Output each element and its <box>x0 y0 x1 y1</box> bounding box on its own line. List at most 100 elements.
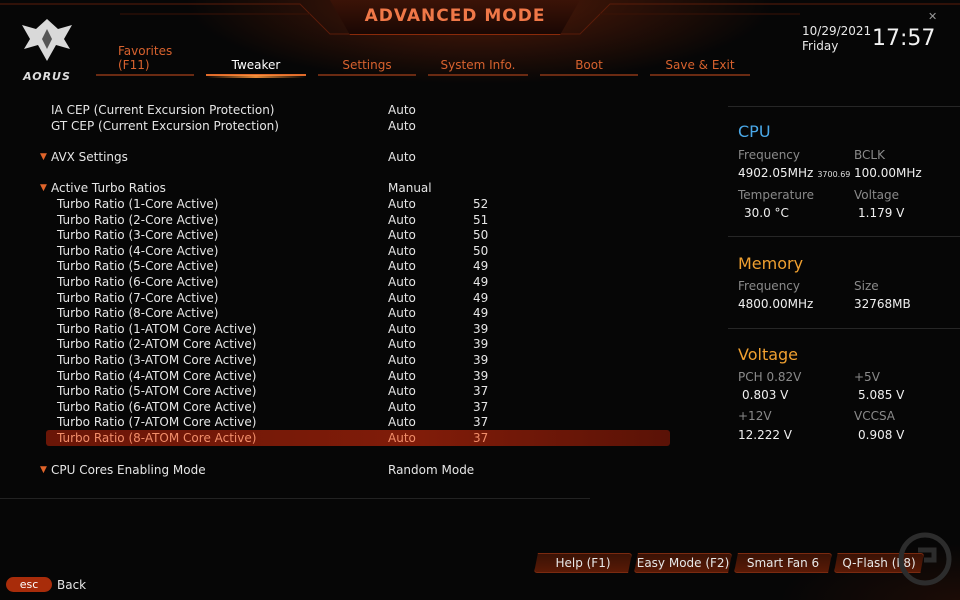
setting-label: Turbo Ratio (6-ATOM Core Active) <box>57 399 257 414</box>
setting-ratio: 49 <box>473 290 489 305</box>
expand-triangle-icon: ▼ <box>40 465 47 475</box>
setting-gt-cep[interactable]: GT CEP (Current Excursion Protection) Au… <box>46 118 670 134</box>
setting-label: Turbo Ratio (8-ATOM Core Active) <box>57 431 257 445</box>
setting-turbo-ratio-atom[interactable]: Turbo Ratio (2-ATOM Core Active) Auto 39 <box>46 336 670 352</box>
setting-value: Auto <box>388 103 416 117</box>
setting-ratio: 37 <box>473 399 489 414</box>
setting-ratio: 49 <box>473 306 489 321</box>
setting-ratio: 39 <box>473 368 489 383</box>
v12-value: 12.222 V <box>738 428 793 442</box>
expand-triangle-icon: ▼ <box>40 183 47 193</box>
cpu-frequency-number: 4902.05MHz <box>738 166 814 180</box>
setting-ratio: 39 <box>473 337 489 352</box>
setting-avx[interactable]: ▼ AVX Settings Auto <box>40 149 670 165</box>
cpu-frequency-label: Frequency <box>738 148 800 162</box>
setting-label: Turbo Ratio (3-Core Active) <box>57 228 219 243</box>
setting-value: Auto <box>388 119 416 133</box>
setting-turbo-ratio-atom[interactable]: Turbo Ratio (7-ATOM Core Active) Auto 37 <box>46 414 670 430</box>
setting-ratio: 49 <box>473 259 489 274</box>
setting-cpu-cores-enabling-mode[interactable]: ▼ CPU Cores Enabling Mode Random Mode <box>40 462 670 478</box>
setting-turbo-ratio-atom[interactable]: Turbo Ratio (6-ATOM Core Active) Auto 37 <box>46 399 670 415</box>
panel-divider <box>728 236 960 237</box>
v12-label: +12V <box>738 409 772 423</box>
memory-frequency-value: 4800.00MHz <box>738 297 814 311</box>
memory-size-label: Size <box>854 279 879 293</box>
setting-turbo-ratio-atom-selected[interactable]: Turbo Ratio (8-ATOM Core Active) Auto 37 <box>46 430 670 446</box>
expand-triangle-icon: ▼ <box>40 152 47 162</box>
setting-turbo-ratio-atom[interactable]: Turbo Ratio (3-ATOM Core Active) Auto 39 <box>46 352 670 368</box>
setting-ia-cep[interactable]: IA CEP (Current Excursion Protection) Au… <box>46 102 670 118</box>
setting-value: Auto <box>388 290 416 305</box>
setting-label: Turbo Ratio (2-ATOM Core Active) <box>57 337 257 352</box>
setting-ratio: 49 <box>473 275 489 289</box>
memory-panel: Memory Frequency 4800.00MHz Size 32768MB <box>728 252 960 328</box>
setting-value: Auto <box>388 415 416 430</box>
setting-value: Auto <box>388 243 416 258</box>
setting-turbo-ratio-atom[interactable]: Turbo Ratio (1-ATOM Core Active) Auto 39 <box>46 321 670 337</box>
easy-mode-button[interactable]: Easy Mode (F2) <box>634 553 732 573</box>
memory-size-value: 32768MB <box>854 297 911 311</box>
setting-turbo-ratio[interactable]: Turbo Ratio (6-Core Active) Auto 49 <box>46 274 670 290</box>
setting-turbo-ratio[interactable]: Turbo Ratio (3-Core Active) Auto 50 <box>46 227 670 243</box>
setting-label: Turbo Ratio (1-ATOM Core Active) <box>57 321 257 336</box>
setting-label: Turbo Ratio (7-Core Active) <box>57 290 219 305</box>
setting-value: Auto <box>388 384 416 399</box>
setting-label: CPU Cores Enabling Mode <box>51 463 206 477</box>
setting-value: Manual <box>388 181 432 195</box>
smart-fan-button[interactable]: Smart Fan 6 (F6) <box>734 553 832 573</box>
setting-turbo-ratio[interactable]: Turbo Ratio (5-Core Active) Auto 49 <box>46 258 670 274</box>
setting-turbo-ratio[interactable]: Turbo Ratio (8-Core Active) Auto 49 <box>46 305 670 321</box>
date-display: 10/29/2021 Friday <box>802 24 871 54</box>
cpu-frequency-secondary: 3700.69 <box>817 170 851 179</box>
esc-button[interactable]: esc <box>6 577 52 592</box>
setting-turbo-ratio[interactable]: Turbo Ratio (1-Core Active) Auto 52 <box>46 196 670 212</box>
vccsa-label: VCCSA <box>854 409 896 423</box>
setting-label: Turbo Ratio (3-ATOM Core Active) <box>57 353 257 367</box>
vccsa-value: 0.908 V <box>858 428 905 442</box>
setting-active-turbo-ratios[interactable]: ▼ Active Turbo Ratios Manual <box>40 180 670 196</box>
memory-frequency-label: Frequency <box>738 279 800 293</box>
setting-value: Auto <box>388 197 416 211</box>
cpu-panel: CPU Frequency 4902.05MHz 3700.69 BCLK 100… <box>728 120 960 240</box>
setting-label: Active Turbo Ratios <box>51 181 166 195</box>
temperature-value: 30.0 °C <box>744 206 789 220</box>
cpu-voltage-value: 1.179 V <box>858 206 905 220</box>
setting-label: Turbo Ratio (8-Core Active) <box>57 306 219 321</box>
setting-label: IA CEP (Current Excursion Protection) <box>51 103 275 117</box>
settings-list: IA CEP (Current Excursion Protection) Au… <box>0 0 700 600</box>
setting-value: Auto <box>388 399 416 414</box>
setting-label: Turbo Ratio (5-ATOM Core Active) <box>57 384 257 399</box>
setting-value: Auto <box>388 306 416 321</box>
setting-label: Turbo Ratio (6-Core Active) <box>57 275 219 289</box>
temperature-label: Temperature <box>738 188 815 202</box>
setting-label: Turbo Ratio (4-Core Active) <box>57 243 219 258</box>
setting-turbo-ratio[interactable]: Turbo Ratio (7-Core Active) Auto 49 <box>46 290 670 306</box>
setting-turbo-ratio[interactable]: Turbo Ratio (4-Core Active) Auto 50 <box>46 243 670 259</box>
setting-turbo-ratio-atom[interactable]: Turbo Ratio (4-ATOM Core Active) Auto 39 <box>46 368 670 384</box>
setting-value: Auto <box>388 321 416 336</box>
pch-value: 0.803 V <box>742 388 789 402</box>
setting-value: Auto <box>388 150 416 164</box>
setting-turbo-ratio-atom[interactable]: Turbo Ratio (5-ATOM Core Active) Auto 37 <box>46 383 670 399</box>
cpu-frequency-value: 4902.05MHz 3700.69 <box>738 166 850 180</box>
pch-label: PCH 0.82V <box>738 370 802 384</box>
clock: 17:57 <box>872 26 936 51</box>
setting-ratio: 37 <box>473 415 489 430</box>
cpu-voltage-label: Voltage <box>854 188 900 202</box>
v5-value: 5.085 V <box>858 388 905 402</box>
setting-ratio: 39 <box>473 353 489 367</box>
bclk-label: BCLK <box>854 148 885 162</box>
help-button[interactable]: Help (F1) <box>534 553 632 573</box>
setting-turbo-ratio[interactable]: Turbo Ratio (2-Core Active) Auto 51 <box>46 212 670 228</box>
setting-value: Auto <box>388 275 416 289</box>
setting-value: Auto <box>388 228 416 243</box>
setting-ratio: 50 <box>473 243 489 258</box>
setting-value: Auto <box>388 259 416 274</box>
setting-ratio: 50 <box>473 228 489 243</box>
memory-title: Memory <box>738 254 804 273</box>
esc-label: esc <box>19 578 39 591</box>
cpu-title: CPU <box>738 122 771 141</box>
setting-label: GT CEP (Current Excursion Protection) <box>51 119 279 133</box>
close-icon[interactable]: ✕ <box>928 10 937 23</box>
panel-divider <box>728 106 960 107</box>
